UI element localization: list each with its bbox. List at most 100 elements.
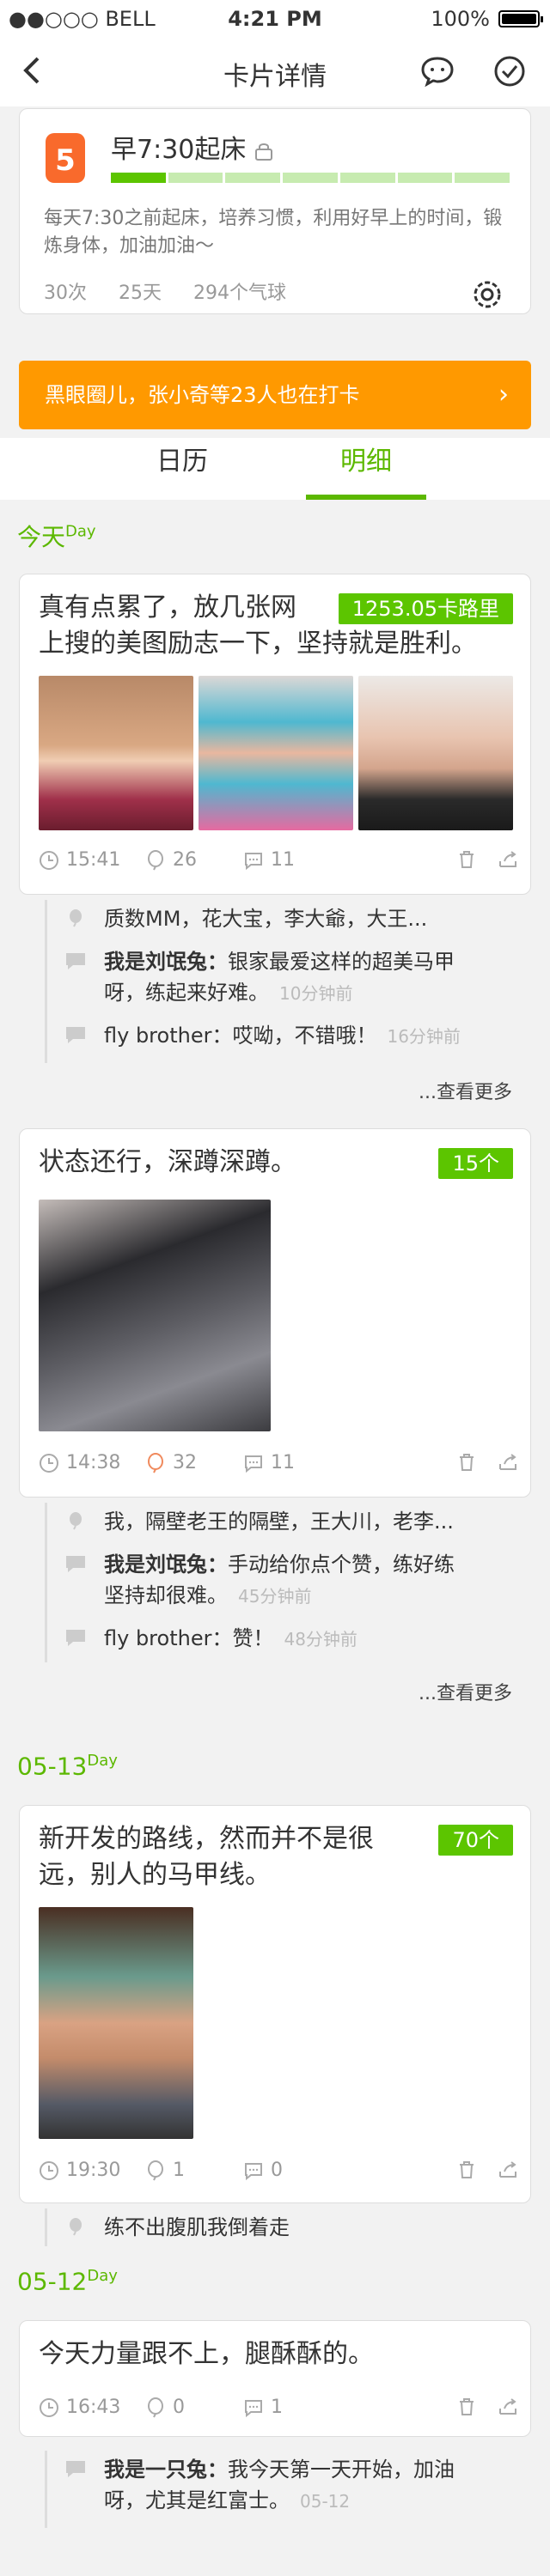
habit-description: 每天7:30之前起床，培养习惯，利用好早上的时间，锻炼身体，加油加油～ xyxy=(44,208,503,257)
view-more-link[interactable]: ...查看更多 xyxy=(419,1678,512,1705)
clock-icon xyxy=(40,2397,58,2417)
balloon-icon xyxy=(70,909,82,927)
comment-button[interactable]: 1 xyxy=(243,2397,283,2418)
likers-row: 练不出腹肌我倒着走 xyxy=(64,2212,520,2243)
chat-icon[interactable] xyxy=(418,52,457,91)
post-badge: 70个 xyxy=(438,1825,513,1856)
post-photo[interactable] xyxy=(39,676,193,830)
status-bar: ●●○○○ BELL 4:21 PM 100% xyxy=(0,0,550,36)
like-button[interactable]: 32 xyxy=(145,1452,197,1473)
view-more-link[interactable]: ...查看更多 xyxy=(419,1077,512,1104)
battery-percent: 100% xyxy=(431,7,490,31)
likers-row: 我，隔壁老王的隔壁，王大川，老李... xyxy=(64,1506,520,1537)
clock-icon xyxy=(40,850,58,870)
day-header-0512: 05-12Day xyxy=(17,2267,118,2296)
comment-list: 质数MM，花大宝，李大爺，大王... 我是刘氓兔：银家最爱这样的超美马甲 呀，练起… xyxy=(45,900,531,1063)
progress-segment xyxy=(397,173,453,183)
post-footer: 16:43 0 1 xyxy=(39,2397,520,2422)
chevron-right-icon: › xyxy=(498,380,509,410)
progress-segment xyxy=(111,173,166,183)
post-text: 新开发的路线，然而并不是很 远，别人的马甲线。 xyxy=(39,1824,374,1890)
post-badge: 1253.05卡路里 xyxy=(338,593,513,624)
settings-gear-icon[interactable] xyxy=(470,277,504,312)
comment-list: 练不出腹肌我倒着走 xyxy=(45,2208,531,2246)
balloon-icon xyxy=(70,1512,82,1530)
post-text: 状态还行，深蹲深蹲。 xyxy=(39,1147,296,1177)
tab-calendar[interactable]: 日历 xyxy=(122,438,242,500)
like-button[interactable]: 26 xyxy=(145,849,197,871)
circle-banner-text: 黑眼圈儿，张小奇等23人也在打卡 xyxy=(45,383,360,407)
post-footer: 19:30 1 0 xyxy=(39,2160,520,2185)
battery-icon xyxy=(498,10,543,27)
trash-icon[interactable] xyxy=(456,2397,477,2417)
share-icon[interactable] xyxy=(498,2397,518,2417)
comment-icon xyxy=(245,1455,262,1473)
comment-icon xyxy=(245,852,262,870)
post-card: 新开发的路线，然而并不是很 远，别人的马甲线。 70个 19:30 1 0 xyxy=(19,1805,531,2203)
habit-stats: 30次 25天 294个气球 xyxy=(44,277,312,305)
habit-card: 5 早7:30起床 每天7:30之前起床，培养习惯，利用好早上的时间，锻炼身体，… xyxy=(19,108,531,314)
comment-icon xyxy=(66,2461,85,2477)
post-time: 14:38 xyxy=(39,1452,120,1473)
post-footer: 14:38 32 11 xyxy=(39,1452,520,1478)
tab-bar: 日历 明细 xyxy=(0,438,550,500)
post-photo[interactable] xyxy=(199,676,353,830)
balloon-icon xyxy=(148,2160,163,2180)
check-icon[interactable] xyxy=(490,52,529,91)
comment-icon xyxy=(66,1027,85,1043)
post-card: 状态还行，深蹲深蹲。 15个 14:38 32 11 xyxy=(19,1128,531,1498)
balloon-icon xyxy=(70,2218,82,2236)
progress-segment xyxy=(339,173,395,183)
habit-goal: 早7:30起床 xyxy=(111,128,273,166)
share-icon[interactable] xyxy=(498,2160,518,2180)
day-header-today: 今天Day xyxy=(17,522,96,551)
balloon-icon xyxy=(148,849,163,870)
progress-segment xyxy=(283,173,338,183)
comment-item[interactable]: fly brother：赞！ 48分钟前 xyxy=(64,1623,520,1655)
post-photo[interactable] xyxy=(39,1200,271,1431)
comment-button[interactable]: 11 xyxy=(243,1452,295,1473)
post-photo[interactable] xyxy=(358,676,513,830)
circle-banner[interactable]: 黑眼圈儿，张小奇等23人也在打卡 › xyxy=(19,361,531,429)
comment-icon xyxy=(66,1556,85,1572)
post-photo[interactable] xyxy=(39,1907,193,2139)
share-icon[interactable] xyxy=(498,849,518,870)
comment-icon xyxy=(66,953,85,969)
stat-days: 25天 xyxy=(119,283,162,304)
like-button[interactable]: 0 xyxy=(145,2397,185,2418)
stat-balloons: 294个气球 xyxy=(193,283,286,304)
page-title: 卡片详情 xyxy=(223,62,327,92)
post-time: 19:30 xyxy=(39,2160,120,2181)
trash-icon[interactable] xyxy=(456,2160,477,2180)
stat-times: 30次 xyxy=(44,283,87,304)
post-badge: 15个 xyxy=(438,1148,513,1179)
nav-bar: 卡片详情 xyxy=(0,36,550,106)
balloon-icon xyxy=(148,1452,163,1473)
like-button[interactable]: 1 xyxy=(145,2160,185,2181)
trash-icon[interactable] xyxy=(456,849,477,870)
comment-item[interactable]: 我是一只兔：我今天第一天开始，加油 呀，尤其是红富士。 05-12 xyxy=(64,2454,520,2517)
progress-segment xyxy=(168,173,223,183)
comment-list: 我，隔壁老王的隔壁，王大川，老李... 我是刘氓兔：手动给你点个赞，练好练 坚持却… xyxy=(45,1503,531,1662)
trash-icon[interactable] xyxy=(456,1452,477,1473)
share-icon[interactable] xyxy=(498,1452,518,1473)
balloon-icon xyxy=(148,2397,163,2417)
habit-icon: 5 xyxy=(46,133,85,183)
post-time: 15:41 xyxy=(39,849,120,871)
comment-icon xyxy=(66,1630,85,1646)
comment-icon xyxy=(245,2399,262,2417)
day-header-0513: 05-13Day xyxy=(17,1752,118,1781)
tab-detail[interactable]: 明细 xyxy=(306,438,426,500)
progress-segment xyxy=(455,173,510,183)
post-text: 今天力量跟不上，腿酥酥的。 xyxy=(39,2339,374,2369)
comment-list: 我是一只兔：我今天第一天开始，加油 呀，尤其是红富士。 05-12 xyxy=(45,2451,531,2528)
comment-item[interactable]: fly brother：哎呦，不错哦！ 16分钟前 xyxy=(64,1020,520,1052)
comment-button[interactable]: 11 xyxy=(243,849,295,871)
progress-bar xyxy=(111,173,510,183)
clock-icon xyxy=(40,1453,58,1473)
comment-item[interactable]: 我是刘氓兔：银家最爱这样的超美马甲 呀，练起来好难。 10分钟前 xyxy=(64,946,520,1009)
comment-button[interactable]: 0 xyxy=(243,2160,283,2181)
post-card: 今天力量跟不上，腿酥酥的。 16:43 0 1 xyxy=(19,2320,531,2437)
comment-item[interactable]: 我是刘氓兔：手动给你点个赞，练好练 坚持却很难。 45分钟前 xyxy=(64,1549,520,1612)
likers-row: 质数MM，花大宝，李大爺，大王... xyxy=(64,903,520,934)
